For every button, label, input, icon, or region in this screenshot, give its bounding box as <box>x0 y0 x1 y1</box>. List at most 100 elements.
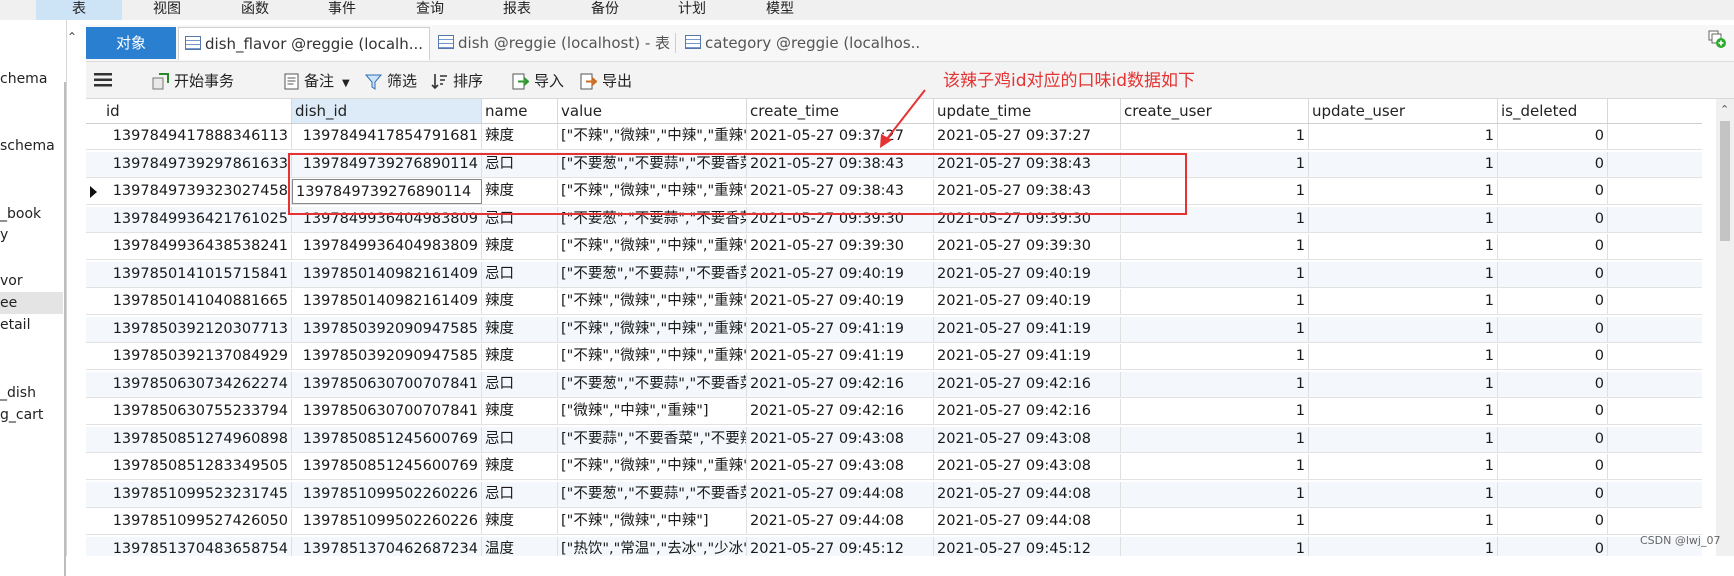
cell-update-user[interactable]: 1 <box>1309 289 1498 314</box>
cell-value[interactable]: ["热饮","常温","去冰","少冰","多冰"] <box>558 536 747 556</box>
cell-id[interactable]: 1397849936438538241 <box>103 234 292 259</box>
table-row[interactable]: 1397850851274960898 1397850851245600769 忌口… <box>86 426 1702 453</box>
cell-update-time[interactable]: 2021-05-27 09:45:12 <box>934 536 1121 556</box>
cell-name[interactable]: 辣度 <box>482 124 558 149</box>
cell-is-deleted[interactable]: 0 <box>1498 509 1608 534</box>
cell-dish-id[interactable]: 1397851099502260226 <box>292 509 482 534</box>
cell-name[interactable]: 忌口 <box>482 426 558 452</box>
cell-update-user[interactable]: 1 <box>1309 454 1498 479</box>
cell-is-deleted[interactable]: 0 <box>1498 124 1608 149</box>
menu-icon[interactable] <box>94 73 112 87</box>
cell-dish-id[interactable]: 1397850140982161409 <box>292 261 482 287</box>
cell-create-user[interactable]: 1 <box>1121 234 1309 259</box>
sidebar-scrollbar[interactable] <box>64 82 66 576</box>
cell-update-user[interactable]: 1 <box>1309 426 1498 452</box>
cell-dish-id[interactable]: 1397849417854791681 <box>292 124 482 149</box>
cell-create-user[interactable]: 1 <box>1121 344 1309 369</box>
cell-create-time[interactable]: 2021-05-27 09:40:19 <box>747 261 934 287</box>
cell-create-time[interactable]: 2021-05-27 09:42:16 <box>747 371 934 397</box>
grid-scrollbar[interactable]: ⌃ <box>1716 99 1734 556</box>
cell-id[interactable]: 1397850630755233794 <box>103 399 292 424</box>
column-header-is-deleted[interactable]: is_deleted <box>1498 99 1608 123</box>
menu-table[interactable]: 表 <box>36 0 122 20</box>
scrollbar-thumb[interactable] <box>1720 121 1730 241</box>
cell-id[interactable]: 1397849739323027458 <box>103 179 292 204</box>
cell-name[interactable]: 辣度 <box>482 289 558 314</box>
sidebar-item[interactable]: schema <box>0 135 63 157</box>
cell-update-time[interactable]: 2021-05-27 09:39:30 <box>934 234 1121 259</box>
cell-update-user[interactable]: 1 <box>1309 124 1498 149</box>
cell-id[interactable]: 1397849936421761025 <box>103 206 292 232</box>
table-row[interactable]: 1397850392137084929 1397850392090947585 辣度… <box>86 344 1702 370</box>
cell-is-deleted[interactable]: 0 <box>1498 206 1608 232</box>
cell-update-user[interactable]: 1 <box>1309 151 1498 177</box>
cell-value[interactable]: ["不辣","微辣","中辣","重辣"] <box>558 454 747 479</box>
cell-name[interactable]: 忌口 <box>482 481 558 507</box>
sidebar-item[interactable]: _dish <box>0 382 63 404</box>
column-header-create-user[interactable]: create_user <box>1121 99 1309 123</box>
cell-name[interactable]: 温度 <box>482 536 558 556</box>
note-button[interactable]: 备注 ▼ <box>284 70 350 92</box>
cell-id[interactable]: 1397850851283349505 <box>103 454 292 479</box>
menu-function[interactable]: 函数 <box>241 0 269 20</box>
cell-update-time[interactable]: 2021-05-27 09:40:19 <box>934 289 1121 314</box>
cell-id[interactable]: 1397849417888346113 <box>103 124 292 149</box>
cell-dish-id[interactable]: 1397850140982161409 <box>292 289 482 314</box>
cell-create-user[interactable]: 1 <box>1121 289 1309 314</box>
menu-event[interactable]: 事件 <box>328 0 356 20</box>
table-row[interactable]: 1397851370483658754 1397851370462687234 温度… <box>86 536 1702 556</box>
new-tab-icon[interactable] <box>1708 30 1726 48</box>
cell-name[interactable]: 辣度 <box>482 399 558 424</box>
menu-query[interactable]: 查询 <box>416 0 444 20</box>
cell-update-user[interactable]: 1 <box>1309 509 1498 534</box>
cell-value[interactable]: ["不辣","微辣","中辣","重辣"] <box>558 124 747 149</box>
cell-is-deleted[interactable]: 0 <box>1498 371 1608 397</box>
cell-create-time[interactable]: 2021-05-27 09:40:19 <box>747 289 934 314</box>
cell-is-deleted[interactable]: 0 <box>1498 179 1608 204</box>
cell-create-user[interactable]: 1 <box>1121 371 1309 397</box>
column-header-id[interactable]: id <box>103 99 292 123</box>
cell-value[interactable]: ["不要葱","不要蒜","不要香菜","不要辣"] <box>558 261 747 287</box>
cell-is-deleted[interactable]: 0 <box>1498 426 1608 452</box>
cell-name[interactable]: 辣度 <box>482 316 558 342</box>
cell-is-deleted[interactable]: 0 <box>1498 454 1608 479</box>
table-row[interactable]: 1397850392120307713 1397850392090947585 辣度… <box>86 316 1702 343</box>
cell-value[interactable]: ["不辣","微辣","中辣","重辣"] <box>558 234 747 259</box>
cell-create-user[interactable]: 1 <box>1121 536 1309 556</box>
menu-schedule[interactable]: 计划 <box>678 0 706 20</box>
cell-id[interactable]: 1397850392120307713 <box>103 316 292 342</box>
cell-value[interactable]: ["不要葱","不要蒜","不要香菜","不要辣"] <box>558 481 747 507</box>
import-button[interactable]: 导入 <box>512 70 564 92</box>
cell-is-deleted[interactable]: 0 <box>1498 151 1608 177</box>
column-header-value[interactable]: value <box>558 99 747 123</box>
cell-create-user[interactable]: 1 <box>1121 261 1309 287</box>
cell-name[interactable]: 辣度 <box>482 454 558 479</box>
table-row[interactable]: 1397850141015715841 1397850140982161409 忌口… <box>86 261 1702 288</box>
export-button[interactable]: 导出 <box>580 70 632 92</box>
cell-is-deleted[interactable]: 0 <box>1498 399 1608 424</box>
cell-dish-id[interactable]: 1397850630700707841 <box>292 371 482 397</box>
cell-create-user[interactable]: 1 <box>1121 509 1309 534</box>
cell-value[interactable]: ["微辣","中辣","重辣"] <box>558 399 747 424</box>
sidebar-item[interactable]: y <box>0 224 63 246</box>
cell-update-user[interactable]: 1 <box>1309 316 1498 342</box>
cell-value[interactable]: ["不辣","微辣","中辣","重辣"] <box>558 344 747 369</box>
table-row[interactable]: 1397851099527426050 1397851099502260226 辣度… <box>86 509 1702 535</box>
cell-dish-id[interactable]: 1397850630700707841 <box>292 399 482 424</box>
cell-update-time[interactable]: 2021-05-27 09:42:16 <box>934 371 1121 397</box>
cell-dish-id[interactable]: 1397850392090947585 <box>292 316 482 342</box>
cell-is-deleted[interactable]: 0 <box>1498 481 1608 507</box>
cell-create-time[interactable]: 2021-05-27 09:45:12 <box>747 536 934 556</box>
column-header-update-user[interactable]: update_user <box>1309 99 1498 123</box>
scroll-up-icon[interactable]: ⌃ <box>1720 103 1729 116</box>
sidebar-item[interactable]: etail <box>0 314 63 336</box>
cell-value[interactable]: ["不辣","微辣","中辣","重辣"] <box>558 289 747 314</box>
cell-update-user[interactable]: 1 <box>1309 234 1498 259</box>
cell-update-time[interactable]: 2021-05-27 09:44:08 <box>934 509 1121 534</box>
cell-update-time[interactable]: 2021-05-27 09:44:08 <box>934 481 1121 507</box>
table-row[interactable]: 1397849936438538241 1397849936404983809 辣度… <box>86 234 1702 260</box>
column-header-name[interactable]: name <box>482 99 558 123</box>
cell-id[interactable]: 1397851370483658754 <box>103 536 292 556</box>
cell-name[interactable]: 忌口 <box>482 261 558 287</box>
cell-is-deleted[interactable]: 0 <box>1498 289 1608 314</box>
